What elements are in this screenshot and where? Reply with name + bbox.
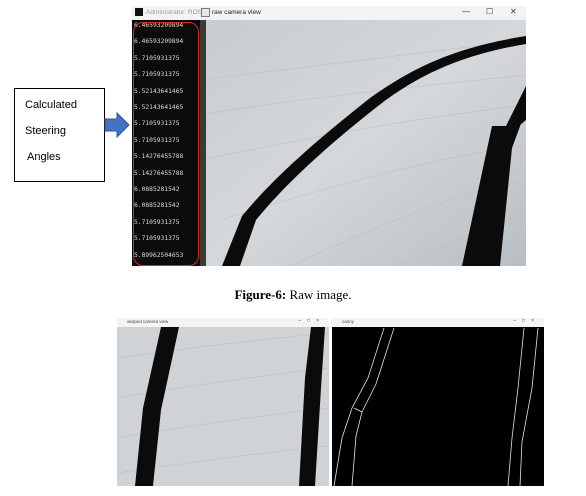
callout-line-2: Steering: [25, 125, 66, 137]
console-window-title: Administrator: ROS: [146, 9, 202, 16]
warped-window-title: warped camera view: [127, 319, 169, 324]
camera-window-title: raw camera view: [212, 9, 261, 16]
canny-window: canny –□×: [332, 318, 544, 486]
minimize-icon[interactable]: —: [462, 7, 470, 16]
callout-line-1: Calculated: [25, 99, 77, 111]
caption-text: Raw image.: [286, 287, 352, 302]
title-bar: warped camera view –□×: [117, 318, 329, 327]
steering-angles-callout: Calculated Steering Angles: [14, 88, 105, 182]
ros-console: 6.46593209894 6.46593209894 5.7105931375 5.…: [132, 20, 200, 266]
console-icon: [135, 8, 143, 16]
maximize-icon[interactable]: ☐: [486, 7, 493, 16]
warped-camera-window: warped camera view –□×: [117, 318, 329, 486]
canny-edge-view: [332, 318, 544, 486]
callout-line-3: Angles: [27, 151, 61, 163]
raw-camera-view: [200, 20, 526, 266]
title-bar: Administrator: ROS raw camera view — ☐ ✕: [132, 6, 526, 21]
close-icon[interactable]: ✕: [510, 7, 517, 16]
window-controls-icon[interactable]: –□×: [298, 318, 325, 324]
window-controls-icon[interactable]: –□×: [513, 318, 540, 324]
title-bar: canny –□×: [332, 318, 544, 327]
caption-label: Figure-6:: [234, 287, 287, 302]
highlight-outline: [133, 22, 199, 266]
canny-window-title: canny: [342, 319, 355, 324]
camera-window-icon: [201, 8, 210, 17]
figure-caption: Figure-6: Raw image.: [0, 287, 586, 303]
warped-camera-view: [117, 318, 329, 486]
arrow-right-icon: [104, 112, 130, 138]
